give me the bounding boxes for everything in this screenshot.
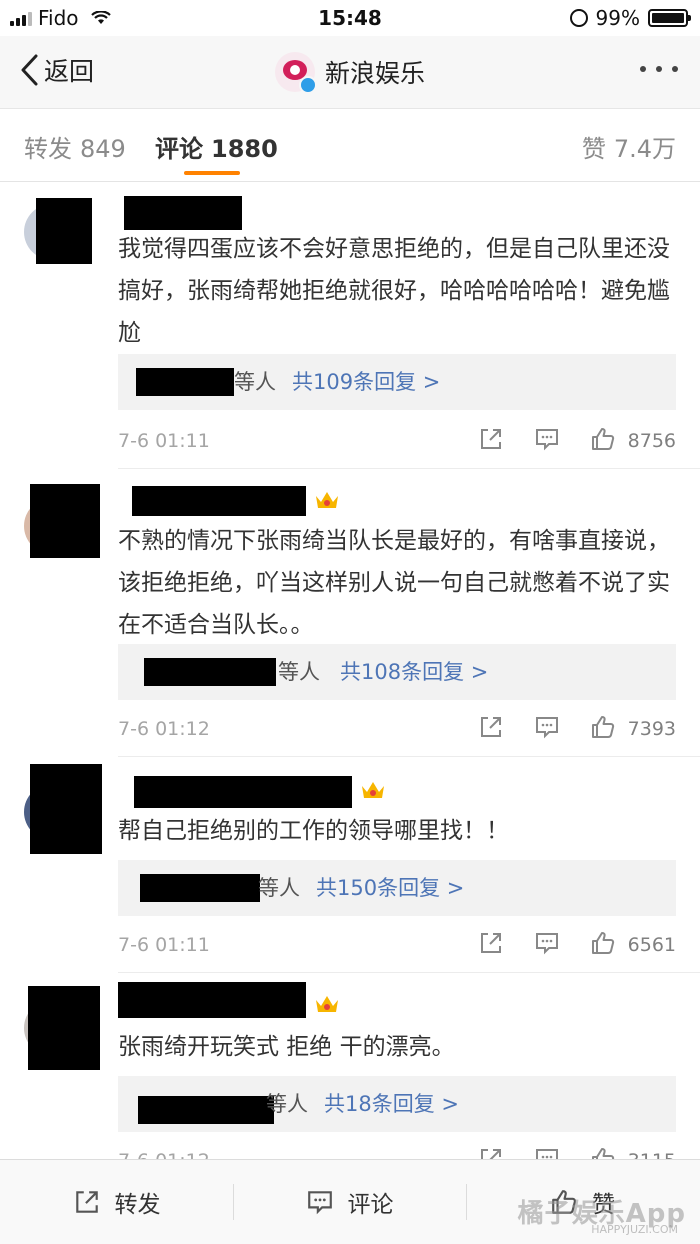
comment-item: 不熟的情况下张雨绮当队长是最好的，有啥事直接说，该拒绝拒绝，吖当这样别人说一句自…: [0, 470, 700, 757]
thumbs-up-icon[interactable]: [590, 930, 616, 956]
more-options-icon[interactable]: [640, 66, 678, 72]
comment-icon[interactable]: [534, 426, 560, 452]
bottom-toolbar: 转发 评论 赞 橘子娱乐App HAPPYJUZI.COM: [0, 1159, 700, 1244]
battery-icon: [648, 9, 691, 27]
redacted-avatar: [30, 764, 102, 854]
reply-count-link[interactable]: 共150条回复 >: [316, 860, 464, 916]
tab-like[interactable]: 赞 7.4万: [582, 129, 676, 164]
redacted-username[interactable]: [134, 776, 352, 808]
comment-item: 帮自己拒绝别的工作的领导哪里找！！ 等人 共150条回复 > 7-6 01:11…: [0, 756, 700, 973]
comment-text: 我觉得四蛋应该不会好意思拒绝的，但是自己队里还没搞好，张雨绮帮她拒绝就很好，哈哈…: [118, 236, 670, 346]
reply-suffix: 等人: [234, 370, 276, 394]
vip-crown-icon: [316, 492, 338, 508]
tab-comment-count: 1880: [211, 135, 278, 163]
divider: [118, 468, 700, 469]
comment-meta: 7-6 01:11 8756: [118, 424, 676, 458]
like-count: 7393: [627, 718, 676, 740]
rotation-lock-icon: [569, 9, 588, 27]
share-icon[interactable]: [478, 714, 504, 740]
share-icon[interactable]: [478, 426, 504, 452]
watermark: 橘子娱乐App HAPPYJUZI.COM: [518, 1193, 686, 1236]
comment-item: 张雨绮开玩笑式 拒绝 干的漂亮。 等人 共18条回复 > 7-6 01:12 3…: [0, 972, 700, 1172]
like-count: 6561: [627, 934, 676, 956]
comment-time: 7-6 01:12: [118, 718, 210, 740]
comment-icon: [307, 1191, 332, 1215]
tab-comment-label: 评论: [155, 135, 203, 163]
tab-repost-label: 转发: [24, 135, 72, 163]
status-bar: Fido 15:48 99%: [0, 0, 700, 36]
redacted-reply-users: [136, 368, 234, 396]
reply-preview[interactable]: 等人 共18条回复 >: [118, 1076, 676, 1132]
reply-count-link[interactable]: 共109条回复 >: [292, 354, 440, 410]
comment-meta: 7-6 01:11 6561: [118, 928, 676, 962]
thumbs-up-icon[interactable]: [590, 426, 616, 452]
redacted-avatar: [28, 986, 100, 1070]
redacted-reply-users: [144, 658, 276, 686]
comment-time: 7-6 01:11: [118, 934, 210, 956]
reply-count-link[interactable]: 共108条回复 >: [340, 644, 488, 700]
comment-text: 帮自己拒绝别的工作的领导哪里找！！: [118, 818, 509, 844]
redacted-username[interactable]: [118, 982, 306, 1018]
redacted-avatar: [36, 198, 92, 264]
like-count: 8756: [627, 430, 676, 452]
comment-text: 张雨绮开玩笑式 拒绝 干的漂亮。: [118, 1034, 455, 1060]
thumbs-up-icon[interactable]: [590, 714, 616, 740]
redacted-username[interactable]: [124, 196, 242, 230]
battery-percent: 99%: [595, 6, 640, 30]
reply-suffix: 等人: [278, 660, 320, 684]
repost-label: 转发: [114, 1192, 161, 1218]
comment-icon[interactable]: [534, 930, 560, 956]
reply-suffix: 等人: [266, 1092, 308, 1116]
comment-time: 7-6 01:11: [118, 430, 210, 452]
nav-bar: 返回 新浪娱乐: [0, 36, 700, 109]
watermark-sub: HAPPYJUZI.COM: [591, 1223, 678, 1236]
vip-crown-icon: [362, 782, 384, 798]
tab-like-count: 7.4万: [613, 135, 676, 163]
comment-item: 我觉得四蛋应该不会好意思拒绝的，但是自己队里还没搞好，张雨绮帮她拒绝就很好，哈哈…: [0, 182, 700, 470]
vip-crown-icon: [316, 996, 338, 1012]
verified-badge-icon: [298, 76, 317, 94]
tab-repost-count: 849: [80, 135, 126, 163]
comment-icon[interactable]: [534, 714, 560, 740]
reply-preview[interactable]: 等人 共108条回复 >: [118, 644, 676, 700]
redacted-username[interactable]: [132, 486, 306, 516]
reply-count-link[interactable]: 共18条回复 >: [324, 1076, 459, 1132]
comment-label: 评论: [347, 1192, 394, 1218]
repost-button[interactable]: 转发: [0, 1160, 233, 1244]
tab-repost[interactable]: 转发 849: [24, 129, 126, 164]
redacted-reply-users: [140, 874, 260, 902]
reply-suffix: 等人: [258, 876, 300, 900]
redacted-reply-users: [138, 1096, 274, 1124]
share-icon[interactable]: [478, 930, 504, 956]
comment-text: 不熟的情况下张雨绮当队长是最好的，有啥事直接说，该拒绝拒绝，吖当这样别人说一句自…: [118, 528, 670, 638]
tab-like-label: 赞: [581, 135, 606, 163]
reply-preview[interactable]: 等人 共150条回复 >: [118, 860, 676, 916]
tab-bar: 转发 849 评论 1880 赞 7.4万: [0, 109, 700, 182]
redacted-avatar: [30, 484, 100, 558]
page-title: 新浪娱乐: [324, 59, 425, 88]
active-tab-indicator: [184, 171, 240, 175]
share-icon: [75, 1191, 98, 1213]
comment-button[interactable]: 评论: [233, 1160, 466, 1244]
reply-preview[interactable]: 等人 共109条回复 >: [118, 354, 676, 410]
comment-meta: 7-6 01:12 7393: [118, 712, 676, 746]
account-avatar[interactable]: [274, 52, 317, 94]
